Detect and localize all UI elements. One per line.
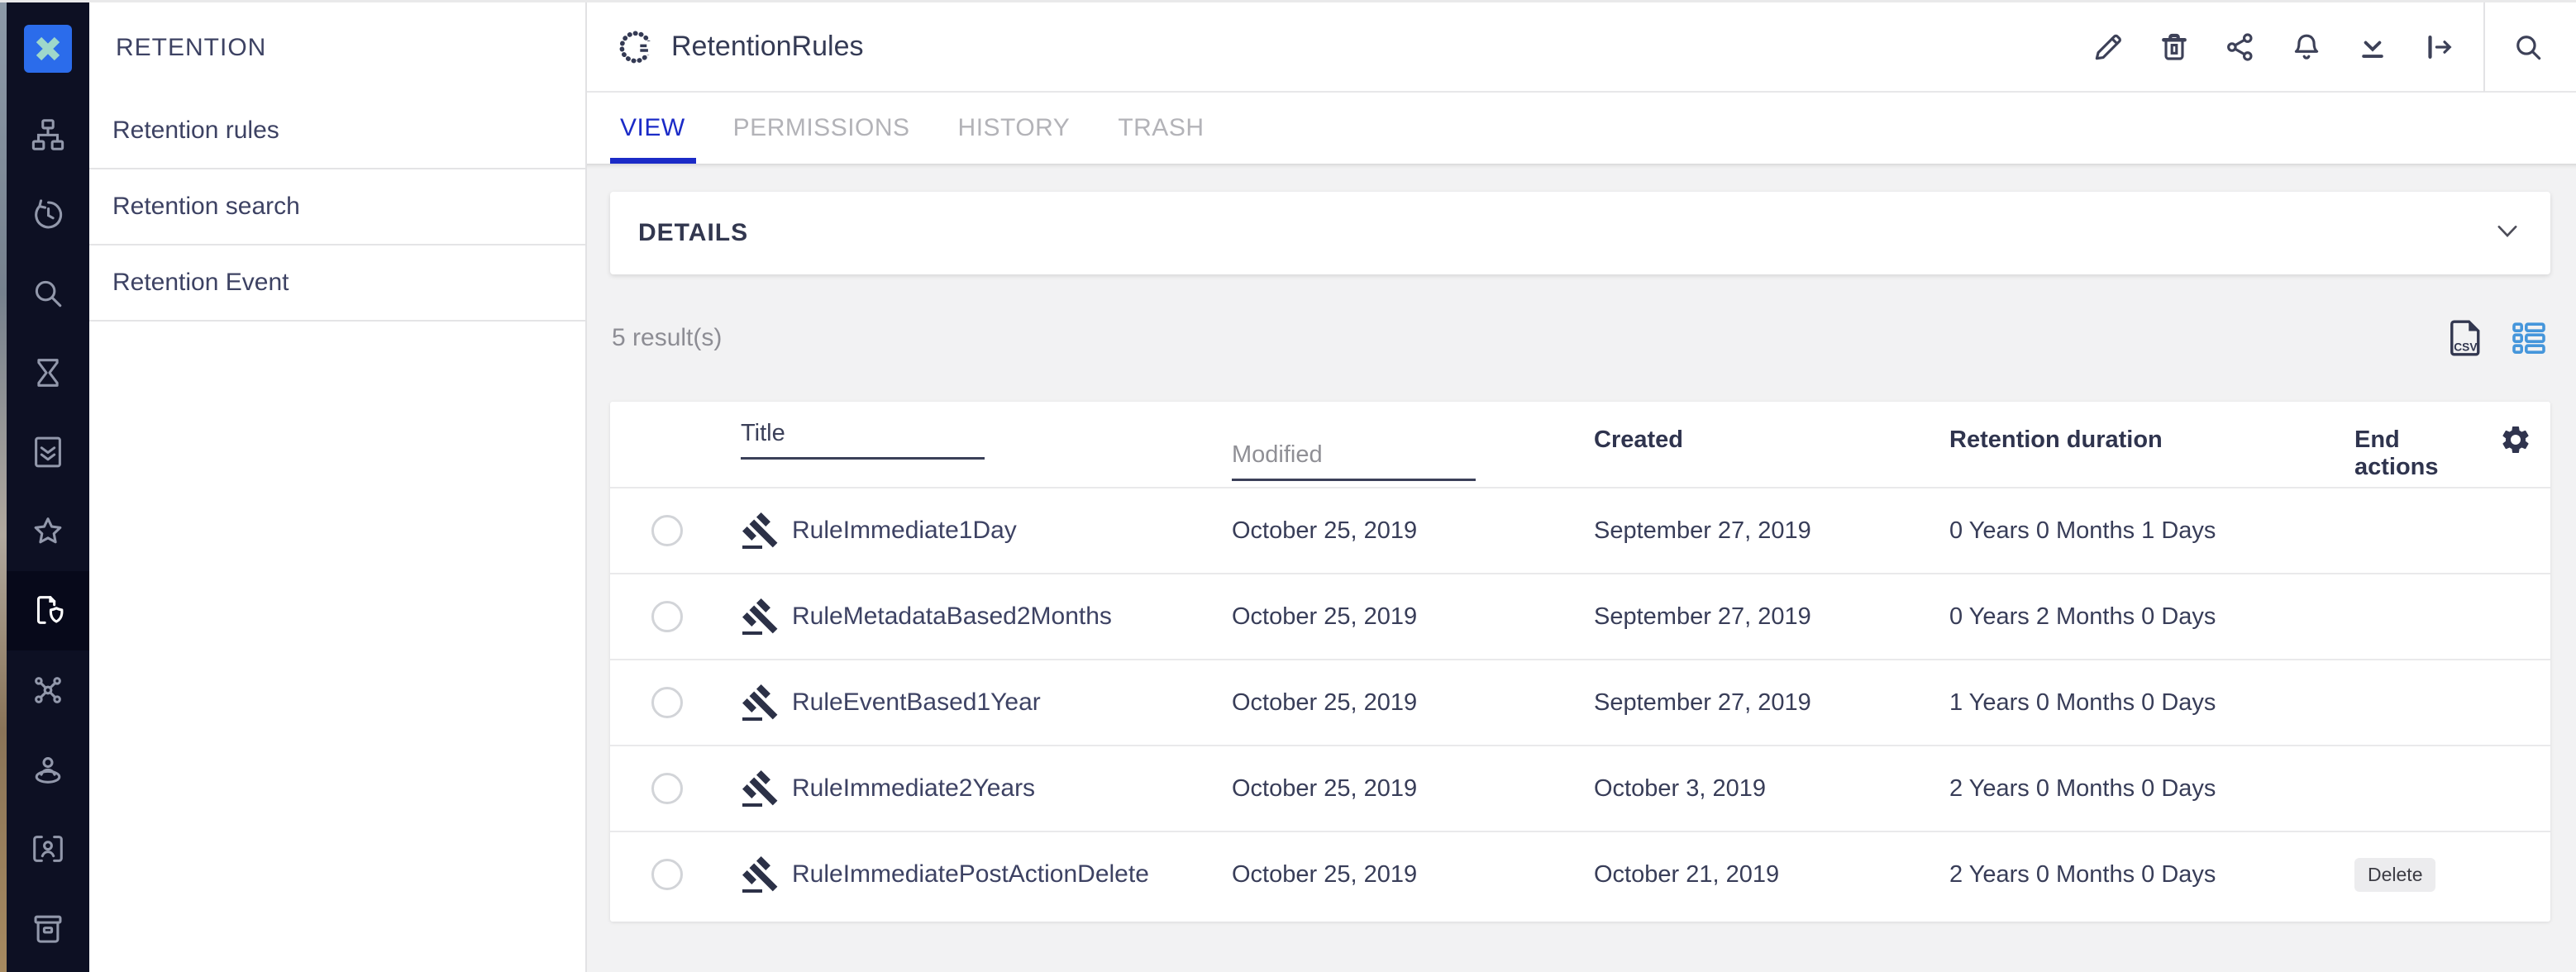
list-view-toggle-icon[interactable] <box>2509 318 2549 358</box>
search-icon[interactable] <box>2505 21 2551 74</box>
row-modified: October 25, 2019 <box>1207 603 1562 631</box>
table-row[interactable]: RuleEventBased1Year October 25, 2019 Sep… <box>610 659 2550 745</box>
column-header-modified[interactable]: Modified <box>1207 441 1562 481</box>
row-title: RuleImmediate1Day <box>792 517 1017 545</box>
gavel-icon <box>741 855 780 894</box>
chevron-down-icon[interactable] <box>2493 217 2522 250</box>
row-modified: October 25, 2019 <box>1207 861 1562 889</box>
icon-sidebar <box>7 2 89 972</box>
row-created: September 27, 2019 <box>1562 517 1918 545</box>
row-modified: October 25, 2019 <box>1207 775 1562 803</box>
pending-tasks-hourglass-icon[interactable] <box>7 333 89 412</box>
main-area: RetentionRules <box>587 2 2576 972</box>
sort-indicator <box>1232 479 1476 481</box>
drawer-item-retention-search[interactable]: Retention search <box>89 169 585 245</box>
browse-tree-icon[interactable] <box>7 95 89 174</box>
favorites-star-icon[interactable] <box>7 492 89 571</box>
details-label: DETAILS <box>638 219 748 247</box>
retention-drawer: RETENTION Retention rules Retention sear… <box>89 2 587 972</box>
gavel-icon <box>741 597 780 636</box>
row-title: RuleMetadataBased2Months <box>792 603 1112 631</box>
tab-history[interactable]: HISTORY <box>958 93 1071 164</box>
tab-permissions[interactable]: PERMISSIONS <box>733 93 910 164</box>
row-created: September 27, 2019 <box>1562 603 1918 631</box>
history-icon[interactable] <box>7 174 89 254</box>
table-header-row: Title Modified Created Retention duratio… <box>610 402 2550 487</box>
share-icon[interactable] <box>2217 21 2264 74</box>
results-count: 5 result(s) <box>612 324 722 352</box>
column-settings-gear-icon[interactable] <box>2480 423 2550 456</box>
row-retention-duration: 2 Years 0 Months 0 Days <box>1918 861 2323 889</box>
row-select-radio[interactable] <box>651 687 683 718</box>
row-created: October 21, 2019 <box>1562 861 1918 889</box>
notifications-bell-icon[interactable] <box>2283 21 2330 74</box>
row-modified: October 25, 2019 <box>1207 689 1562 717</box>
row-select-radio[interactable] <box>651 773 683 804</box>
row-title: RuleEventBased1Year <box>792 688 1041 717</box>
row-created: October 3, 2019 <box>1562 775 1918 803</box>
tab-trash[interactable]: TRASH <box>1118 93 1204 164</box>
gavel-icon <box>741 769 780 808</box>
column-header-created[interactable]: Created <box>1562 426 1918 454</box>
workflow-network-icon[interactable] <box>7 650 89 730</box>
row-end-actions: Delete <box>2323 858 2480 892</box>
results-bar: 5 result(s) CSV <box>610 274 2550 402</box>
delete-end-action-chip[interactable]: Delete <box>2354 858 2435 892</box>
retention-shield-icon[interactable] <box>7 571 89 650</box>
row-retention-duration: 2 Years 0 Months 0 Days <box>1918 775 2323 803</box>
delete-trash-icon[interactable] <box>2151 21 2197 74</box>
table-row[interactable]: RuleMetadataBased2Months October 25, 201… <box>610 573 2550 659</box>
desktop-background-sliver <box>0 2 7 972</box>
table-row[interactable]: RuleImmediate2Years October 25, 2019 Oct… <box>610 745 2550 831</box>
tasks-document-icon[interactable] <box>7 412 89 492</box>
drawer-item-retention-rules[interactable]: Retention rules <box>89 93 585 169</box>
row-created: September 27, 2019 <box>1562 689 1918 717</box>
search-icon[interactable] <box>7 254 89 333</box>
row-modified: October 25, 2019 <box>1207 517 1562 545</box>
dotted-circle-folder-icon <box>617 26 658 68</box>
header-divider <box>2483 2 2485 92</box>
row-title: RuleImmediate2Years <box>792 774 1035 803</box>
page-title: RetentionRules <box>671 31 863 63</box>
gavel-icon <box>741 511 780 550</box>
csv-export-icon[interactable]: CSV <box>2443 316 2488 360</box>
results-table: Title Modified Created Retention duratio… <box>610 402 2550 922</box>
row-retention-duration: 1 Years 0 Months 0 Days <box>1918 689 2323 717</box>
content-area: DETAILS 5 result(s) CSV <box>587 164 2576 972</box>
archive-trash-icon[interactable] <box>7 889 89 968</box>
user-settings-icon[interactable] <box>7 730 89 809</box>
row-retention-duration: 0 Years 2 Months 0 Days <box>1918 603 2323 631</box>
row-select-radio[interactable] <box>651 859 683 890</box>
edit-pencil-icon[interactable] <box>2085 21 2131 74</box>
profile-card-icon[interactable] <box>7 809 89 889</box>
row-title: RuleImmediatePostActionDelete <box>792 860 1149 889</box>
nuxeo-logo[interactable] <box>24 25 72 73</box>
header-actions <box>2065 2 2576 92</box>
tab-view[interactable]: VIEW <box>620 93 685 164</box>
gavel-icon <box>741 683 780 722</box>
sort-indicator <box>741 457 985 460</box>
svg-text:CSV: CSV <box>2454 341 2478 353</box>
document-header: RetentionRules <box>587 2 2576 93</box>
row-retention-duration: 0 Years 0 Months 1 Days <box>1918 517 2323 545</box>
table-row[interactable]: RuleImmediate1Day October 25, 2019 Septe… <box>610 487 2550 573</box>
row-select-radio[interactable] <box>651 601 683 632</box>
export-arrow-icon[interactable] <box>2416 21 2462 74</box>
row-select-radio[interactable] <box>651 515 683 546</box>
drawer-title: RETENTION <box>89 2 585 93</box>
drawer-item-retention-event[interactable]: Retention Event <box>89 245 585 322</box>
details-panel[interactable]: DETAILS <box>610 192 2550 274</box>
logo-slot <box>7 2 89 95</box>
column-header-retention-duration[interactable]: Retention duration <box>1918 426 2323 454</box>
table-row[interactable]: RuleImmediatePostActionDelete October 25… <box>610 831 2550 917</box>
document-tabs: VIEW PERMISSIONS HISTORY TRASH <box>587 93 2576 164</box>
download-icon[interactable] <box>2349 21 2396 74</box>
column-header-title[interactable]: Title <box>734 420 1207 460</box>
app-window: RETENTION Retention rules Retention sear… <box>0 0 2576 972</box>
column-header-end-actions[interactable]: End actions <box>2323 426 2480 481</box>
